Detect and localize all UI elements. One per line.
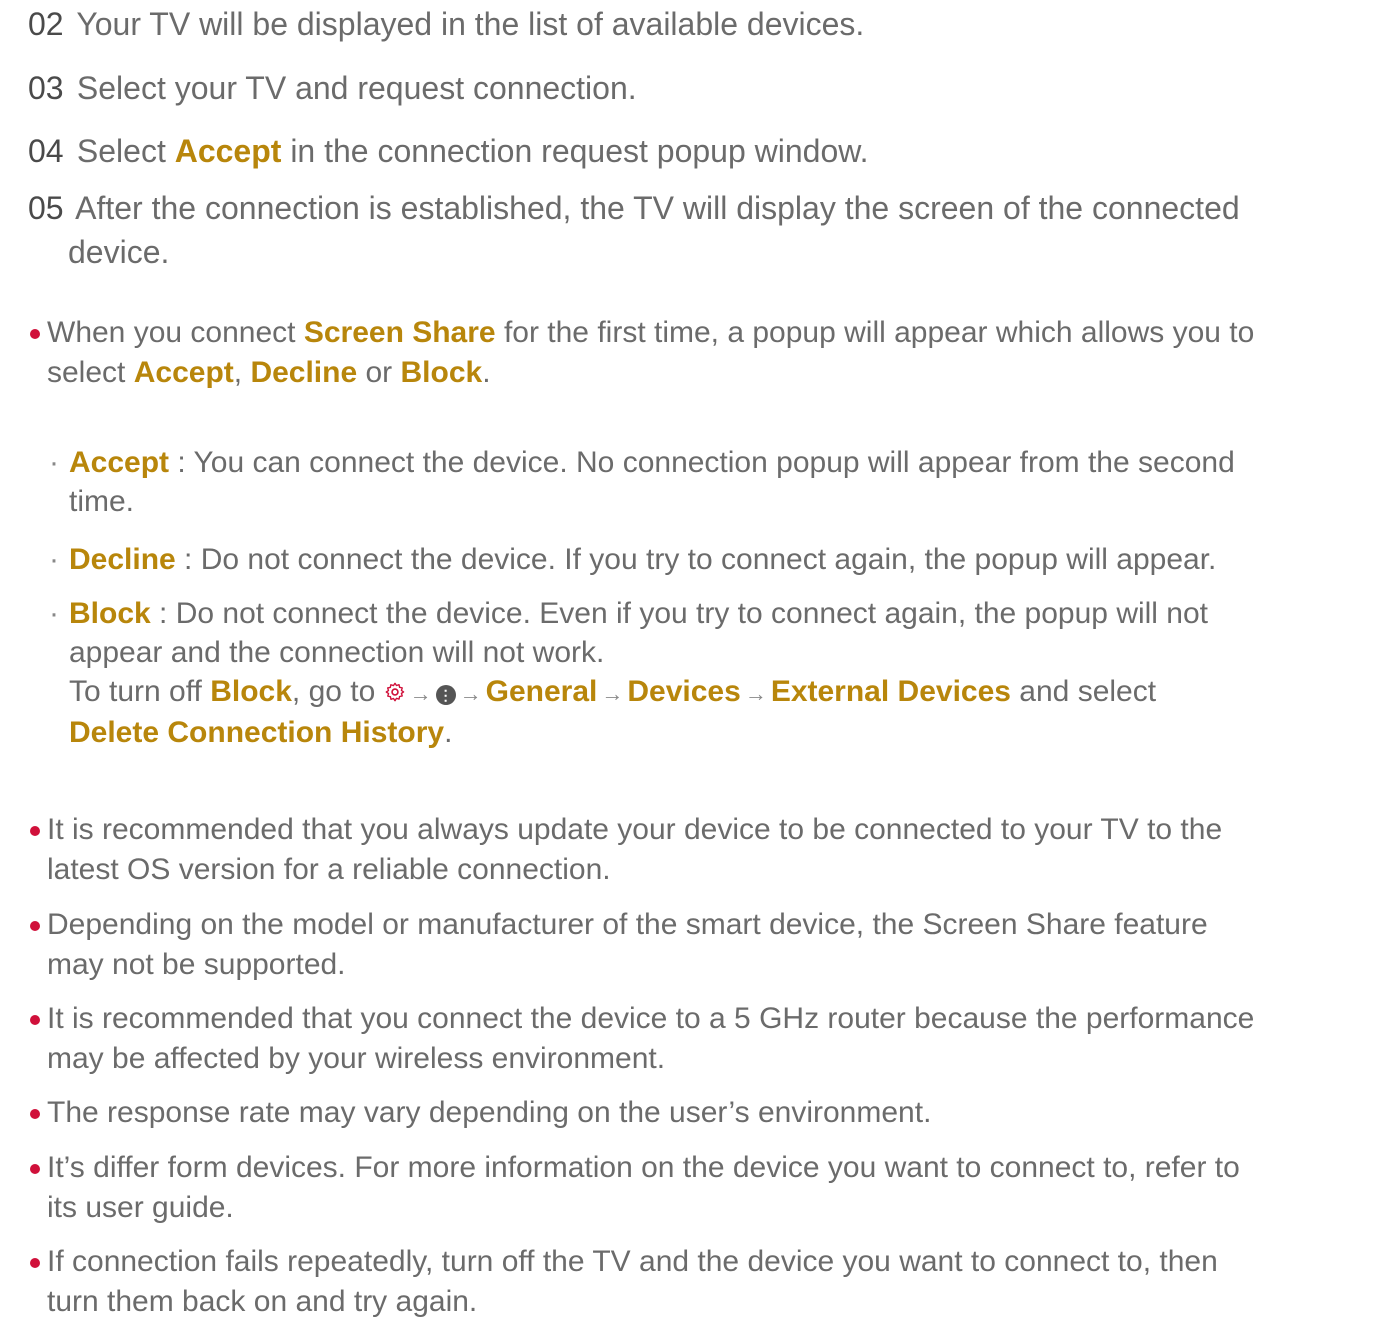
sub-item-accept: · Accept : You can connect the device. N… (49, 446, 1235, 518)
step-number: 02 (28, 6, 64, 42)
step-text: After the connection is established, the… (75, 190, 1240, 226)
step-text: Select your TV and request connection. (76, 70, 637, 106)
bullet-dot (30, 921, 40, 931)
sub-item-decline: · Decline : Do not connect the device. I… (49, 543, 1217, 576)
bullet-dot (30, 826, 40, 836)
step-03: 03 Select your TV and request connection… (28, 66, 1358, 110)
step-04: 04 Select Accept in the connection reque… (28, 129, 1358, 173)
arrow-right-icon: → (409, 681, 432, 706)
arrow-right-icon: → (601, 681, 624, 706)
turn-off-instructions: To turn off Block, go to → ⋮ → General → Devi… (69, 675, 1157, 708)
bullet-dot (30, 1258, 40, 1268)
bullet-5ghz-router: It is recommended that you connect the d… (30, 999, 1360, 1079)
settings-gear-icon (385, 682, 404, 702)
bullet-response-rate: The response rate may vary depending on … (30, 1093, 1360, 1133)
more-options-icon: ⋮ (435, 685, 456, 705)
bullet-dot (30, 329, 40, 339)
step-text-cont: device. (68, 234, 170, 270)
block-label: Block (69, 597, 151, 630)
bullet-dot (30, 1164, 40, 1174)
bullet-user-guide: It’s differ form devices. For more infor… (30, 1148, 1360, 1228)
bullet-text: When you connect Screen Share for the fi… (47, 316, 1255, 349)
bullet-screen-share-popup: When you connect Screen Share for the fi… (30, 313, 1360, 393)
accept-label: Accept (69, 446, 170, 479)
step-number: 05 (28, 190, 64, 226)
delete-connection-history-label: Delete Connection History (69, 716, 445, 749)
arrow-right-icon: → (744, 681, 767, 706)
bullet-update-os: It is recommended that you always update… (30, 810, 1360, 890)
step-02: 02 Your TV will be displayed in the list… (28, 2, 1358, 46)
step-05: 05 After the connection is established, … (28, 186, 1358, 270)
bullet-dot (30, 1109, 40, 1119)
bullet-text-cont: select Accept, Decline or Block. (47, 356, 491, 389)
decline-label: Decline (69, 543, 176, 576)
step-text: Select Accept in the connection request … (76, 133, 869, 169)
bullet-connection-fails: If connection fails repeatedly, turn off… (30, 1242, 1360, 1322)
arrow-right-icon: → (459, 681, 482, 706)
sub-item-block: · Block : Do not connect the device. Eve… (49, 594, 1359, 752)
bullet-dot (30, 1015, 40, 1025)
step-number: 03 (28, 70, 64, 106)
step-number: 04 (28, 133, 64, 169)
accept-keyword: Accept (174, 133, 282, 169)
bullet-model-support: Depending on the model or manufacturer o… (30, 905, 1360, 985)
step-text: Your TV will be displayed in the list of… (76, 6, 865, 42)
